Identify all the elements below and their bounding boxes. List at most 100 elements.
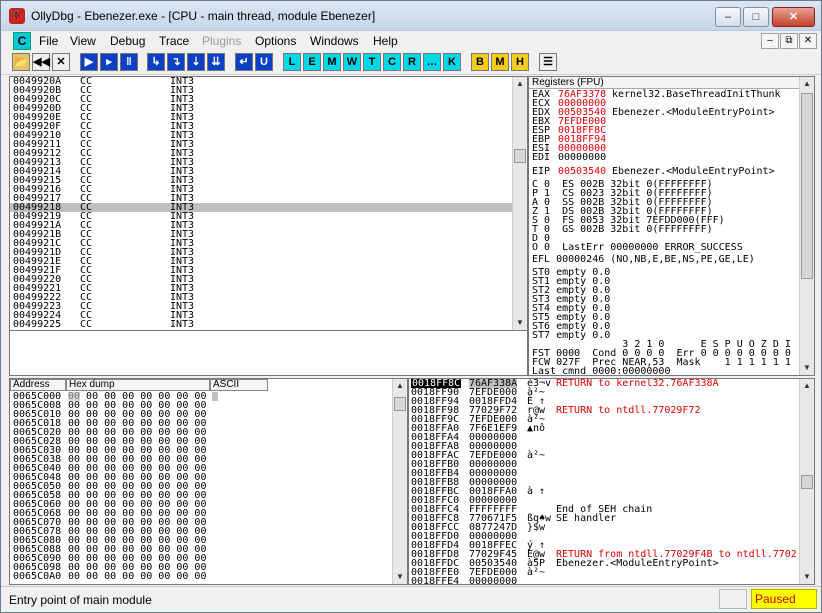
restart-button[interactable]: ◀◀ (32, 53, 50, 71)
register-comment: Ebenezer.<ModuleEntryPoint> (612, 107, 775, 118)
stack-row[interactable]: 0018FF90 7EFDE000 à²~ (409, 388, 799, 398)
list-button[interactable]: ☰ (539, 53, 557, 71)
ascii-cursor (212, 392, 218, 401)
register-value[interactable]: 00503540 (558, 167, 606, 177)
cpu-window-icon[interactable]: C (13, 32, 31, 50)
menu-view[interactable]: View (70, 34, 96, 48)
mdi-close-button[interactable]: ✕ (799, 33, 817, 49)
windows-button[interactable]: W (343, 53, 361, 71)
stack-row[interactable]: 0018FF8C 76AF338A è3¬v RETURN to kernel32.7… (409, 378, 799, 389)
minimize-button[interactable]: – (715, 7, 741, 27)
stack-row[interactable]: 0018FFAC 7EFDE000 à²~ (409, 451, 799, 461)
register-name: EDI (532, 152, 551, 163)
trace-over-button[interactable]: ⇊ (207, 53, 225, 71)
register-comment: Ebenezer.<ModuleEntryPoint> (612, 166, 775, 177)
stack-row[interactable]: 0018FF9C 7EFDE000 à²~ (409, 415, 799, 425)
status-cell (719, 589, 747, 609)
stack-row[interactable]: 0018FFA0 7F6E1EF9 ▲nô (409, 423, 799, 434)
memory-breakpoints-button[interactable]: M (491, 53, 509, 71)
menu-debug[interactable]: Debug (110, 34, 145, 48)
dump-scrollbar[interactable]: ▲ ▼ (392, 379, 407, 584)
step-into-button[interactable]: ↳ (147, 53, 165, 71)
scroll-down-arrow-icon[interactable]: ▼ (393, 570, 407, 584)
flag-line[interactable]: T 0 GS 002B 32bit 0(FFFFFFFF) (532, 225, 713, 235)
menu-options[interactable]: Options (255, 34, 296, 48)
references-button[interactable]: R (403, 53, 421, 71)
stack-row[interactable]: 0018FFBC 0018FFA0 à ↑ (409, 487, 799, 497)
execute-till-return-button[interactable]: ↵ (235, 53, 253, 71)
stack-row[interactable]: 0018FFCC 0877247D}$w (409, 523, 799, 533)
step-over-button[interactable]: ↴ (167, 53, 185, 71)
status-bar: Entry point of main module Paused (1, 586, 821, 612)
breakpoints-button[interactable]: B (471, 53, 489, 71)
scroll-down-arrow-icon[interactable]: ▼ (800, 570, 814, 584)
dump-ascii-header[interactable]: ASCII (210, 379, 268, 391)
mdi-restore-button[interactable]: ⧉ (780, 33, 798, 49)
menu-help[interactable]: Help (373, 34, 398, 48)
mdi-minimize-button[interactable]: – (761, 33, 779, 49)
stack-row[interactable]: 0018FFE0 7EFDE000 à²~ (409, 568, 799, 578)
memory-button[interactable]: M (323, 53, 341, 71)
run-trace-button[interactable]: … (423, 53, 441, 71)
log-button[interactable]: L (283, 53, 301, 71)
efl-line[interactable]: EFL 00000246 (NO,NB,E,BE,NS,PE,GE,LE) (532, 255, 755, 265)
trace-into-button[interactable]: ⇣ (187, 53, 205, 71)
scroll-down-arrow-icon[interactable]: ▼ (800, 361, 814, 375)
hardware-breakpoints-button[interactable]: H (511, 53, 529, 71)
dump-pane[interactable]: Address Hex dump ASCII 0065C000 00 00 00 … (9, 378, 408, 585)
open-button[interactable]: 📂 (12, 53, 30, 71)
stack-row[interactable]: 0018FF98 77029F72 r@w RETURN to ntdll.77029… (409, 406, 799, 416)
disassembly-scrollbar[interactable]: ▲ ▼ (512, 77, 527, 330)
stack-row[interactable]: 0018FFB4 00000000 (409, 469, 799, 479)
stack-row[interactable]: 0018FFA4 00000000 (409, 433, 799, 443)
dump-hex-header[interactable]: Hex dump (66, 379, 210, 391)
dump-address: 0065C0A0 (13, 571, 62, 582)
disasm-row[interactable]: 00499225 CC INT3 (10, 319, 512, 330)
stack-pane[interactable]: 0018FF8C 76AF338A è3¬v RETURN to kernel32.7… (408, 378, 815, 585)
scroll-thumb[interactable] (801, 475, 813, 489)
stack-row[interactable]: 0018FFC8 770671F5 ßq♠w SE handler (409, 514, 799, 524)
register-value[interactable]: 00000000 (558, 153, 606, 163)
stack-ascii: ▲nô (527, 423, 546, 434)
maximize-button[interactable]: □ (743, 7, 769, 27)
menu-windows[interactable]: Windows (310, 34, 359, 48)
close-button[interactable]: ✕ (772, 7, 815, 27)
registers-pane[interactable]: Registers (FPU) EAX 76AF3378 kernel32.Base… (528, 76, 815, 376)
close-program-button[interactable]: ✕ (52, 53, 70, 71)
stack-row[interactable]: 0018FFD0 00000000 (409, 532, 799, 542)
flag-line[interactable]: O 0 LastErr 00000000 ERROR_SUCCESS (532, 243, 743, 253)
stack-row[interactable]: 0018FFB8 00000000 (409, 478, 799, 488)
disassembly-pane[interactable]: 0049920A CC INT3 0049920B CC INT3 0049920C CC IN… (9, 76, 528, 331)
stack-row[interactable]: 0018FFB0 00000000 (409, 460, 799, 470)
dump-address-header[interactable]: Address (10, 379, 66, 391)
scroll-thumb[interactable] (514, 149, 526, 163)
stack-row[interactable]: 0018FFA8 00000000 (409, 442, 799, 452)
dump-row[interactable]: 0065C0A0 00 00 00 00 00 00 00 00 (12, 571, 392, 582)
stack-row[interactable]: 0018FFE4 00000000 (409, 577, 799, 585)
scroll-thumb[interactable] (801, 93, 813, 279)
title-bar[interactable]: 🐞 OllyDbg - Ebenezer.exe - [CPU - main t… (1, 1, 821, 31)
pause-button[interactable]: ‖ (120, 53, 138, 71)
modules-button[interactable]: E (303, 53, 321, 71)
scroll-thumb[interactable] (394, 397, 406, 411)
registers-scrollbar[interactable]: ▲ ▼ (799, 77, 814, 375)
stack-comment: Ebenezer.<ModuleEntryPoint> (556, 558, 719, 569)
execute-till-user-button[interactable]: U (255, 53, 273, 71)
run-button[interactable]: ▶ (80, 53, 98, 71)
register-name: EIP (532, 166, 551, 177)
stack-comment: RETURN to kernel32.76AF338A (556, 378, 719, 389)
scroll-up-arrow-icon[interactable]: ▲ (393, 379, 407, 393)
run-thread-button[interactable]: ▸ (100, 53, 118, 71)
scroll-up-arrow-icon[interactable]: ▲ (800, 379, 814, 393)
call-stack-button[interactable]: K (443, 53, 461, 71)
stack-row[interactable]: 0018FFDC 00503540 à5P Ebenezer.<ModuleEntry… (409, 558, 799, 569)
stack-scrollbar[interactable]: ▲ ▼ (799, 379, 814, 584)
scroll-down-arrow-icon[interactable]: ▼ (513, 316, 527, 330)
scroll-up-arrow-icon[interactable]: ▲ (800, 77, 814, 91)
disasm-command: INT3 (170, 319, 195, 330)
threads-button[interactable]: T (363, 53, 381, 71)
menu-file[interactable]: File (39, 34, 58, 48)
menu-trace[interactable]: Trace (159, 34, 189, 48)
scroll-up-arrow-icon[interactable]: ▲ (513, 77, 527, 91)
cpu-button[interactable]: C (383, 53, 401, 71)
